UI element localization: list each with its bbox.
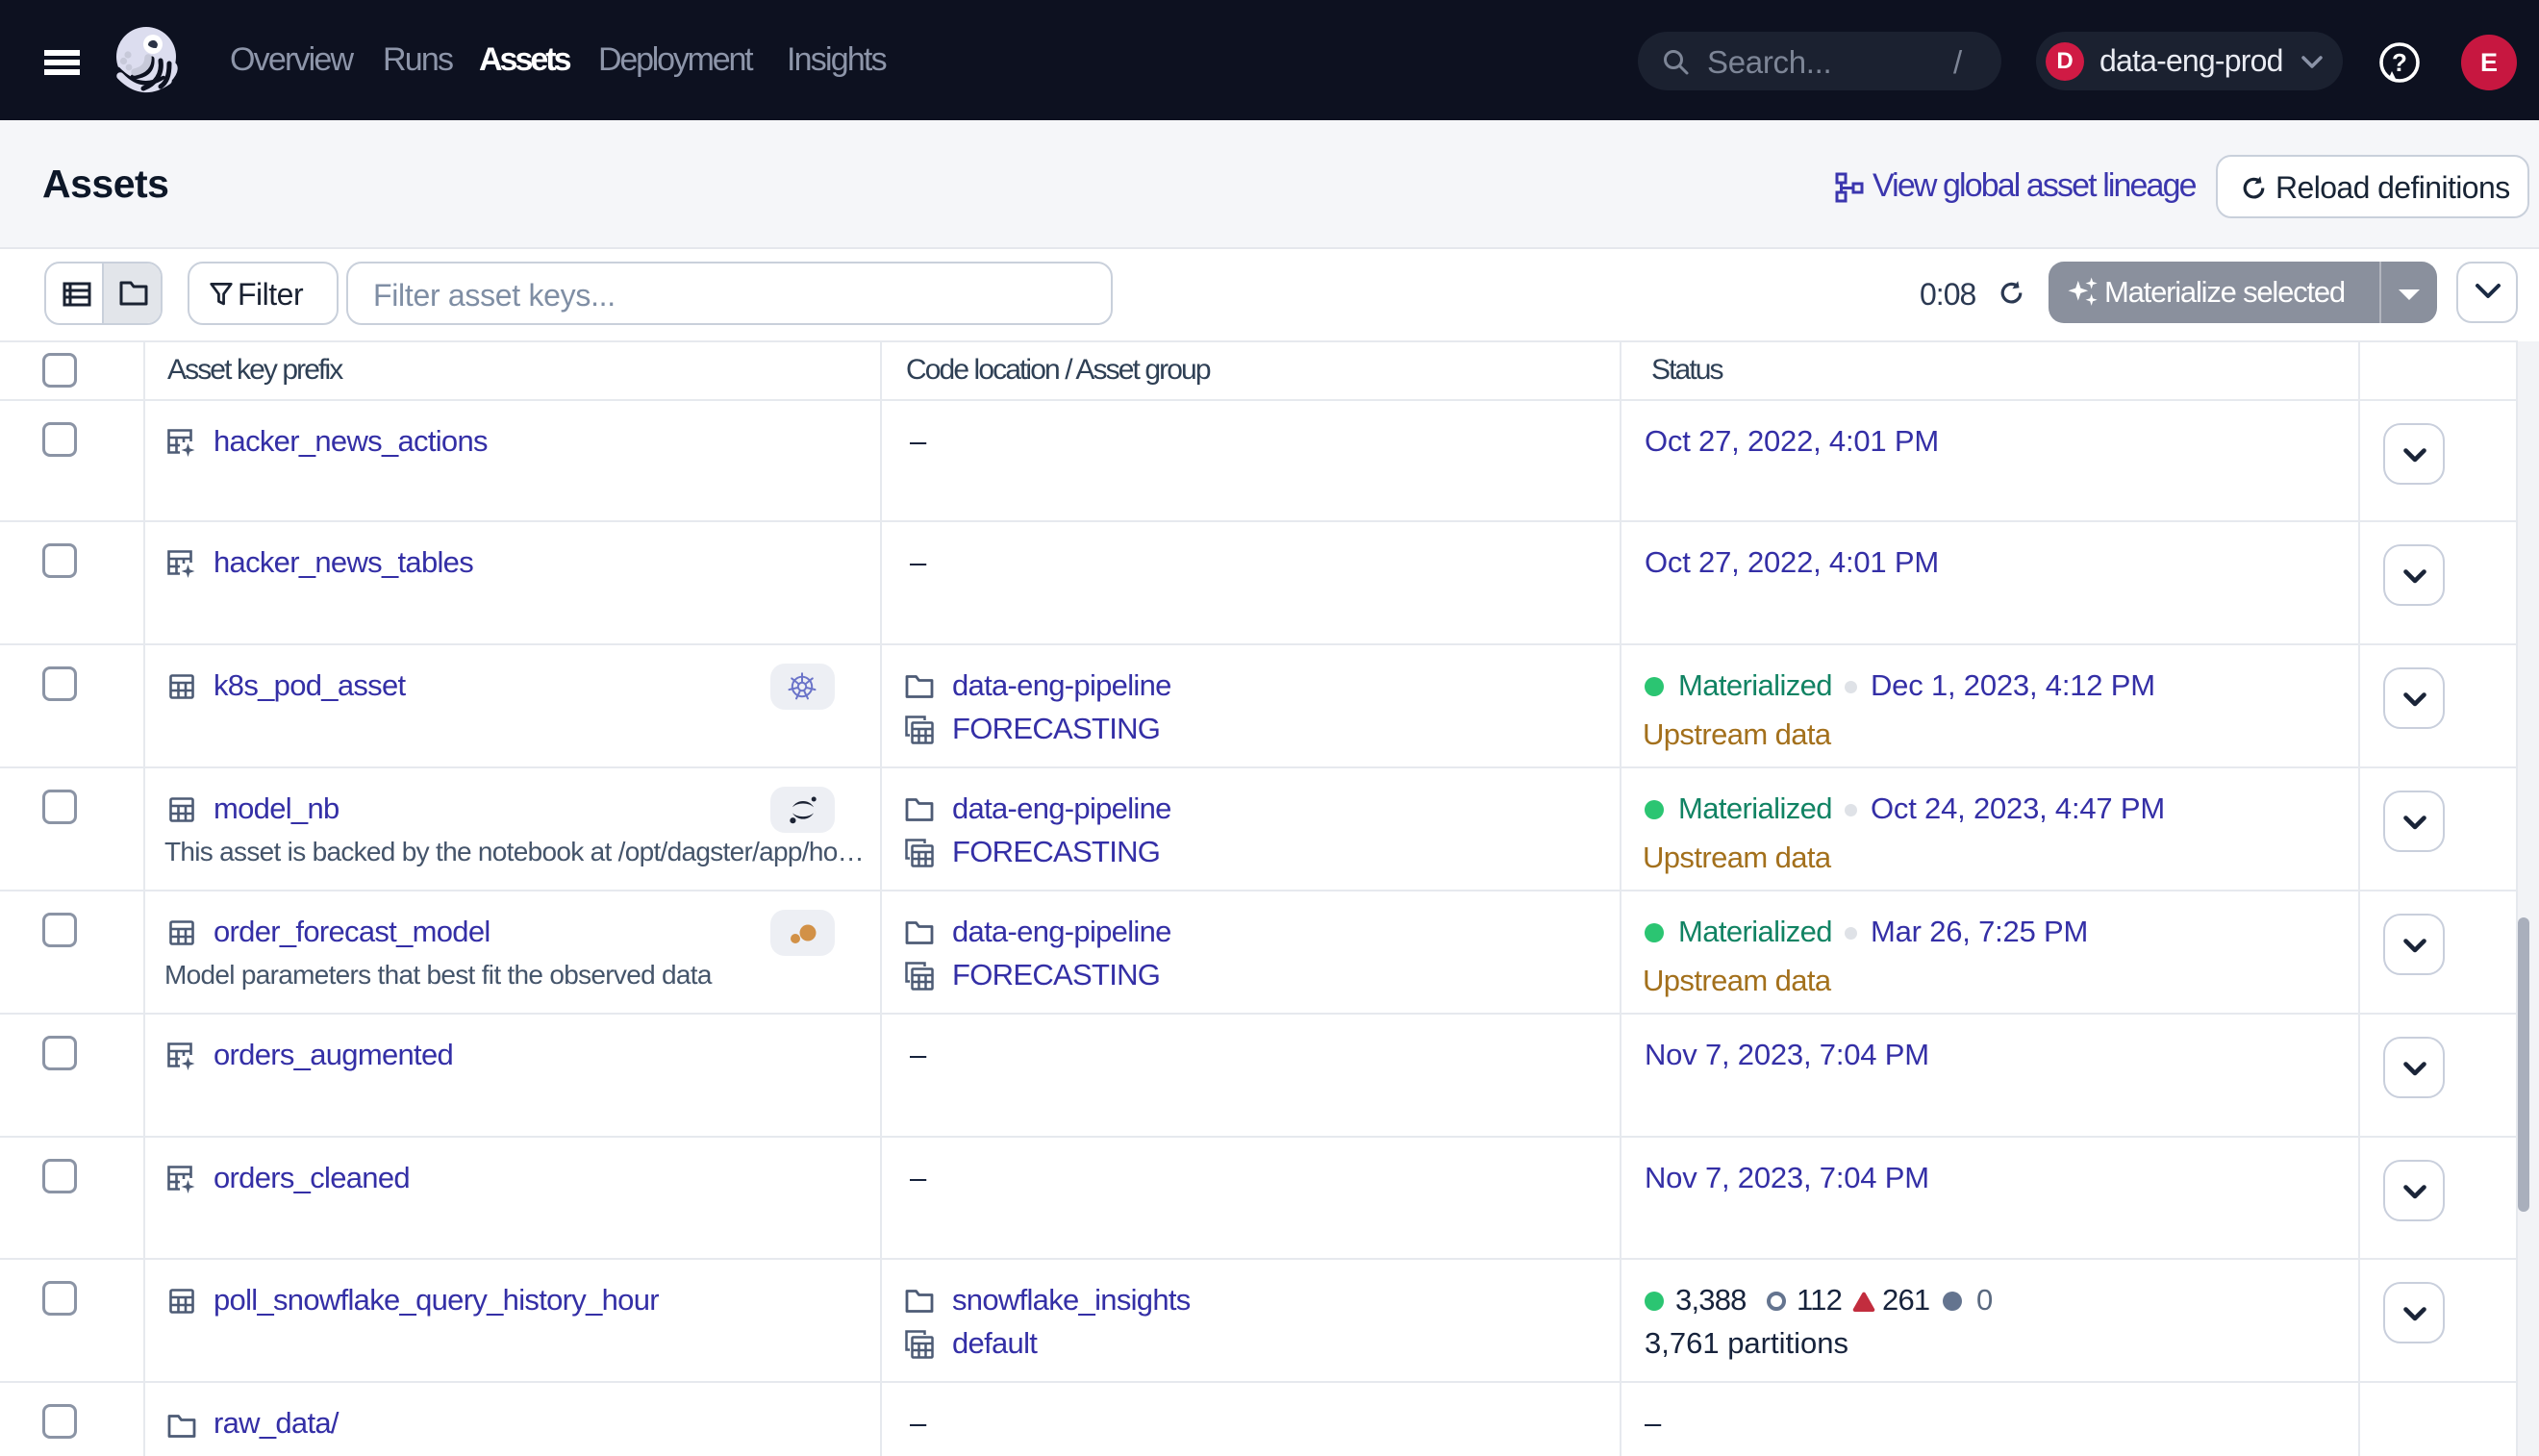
svg-text:?: ? <box>2392 48 2407 77</box>
